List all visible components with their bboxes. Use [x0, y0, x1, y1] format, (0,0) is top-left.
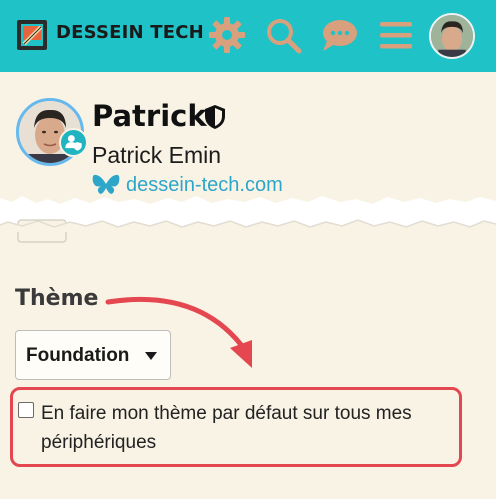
site-logo-icon[interactable]: [15, 18, 49, 52]
default-theme-checkbox-label[interactable]: En faire mon thème par défaut sur tous m…: [41, 399, 461, 457]
torn-page-divider: [0, 190, 496, 250]
user-avatar-button[interactable]: [429, 13, 475, 59]
site-brand-name[interactable]: DESSEIN TECH: [56, 22, 204, 43]
gear-icon[interactable]: [205, 13, 249, 57]
search-icon[interactable]: [261, 13, 305, 57]
annotation-arrow: [105, 296, 252, 368]
shield-icon: [203, 104, 227, 130]
theme-section-title: Thème: [15, 286, 99, 311]
user-group-badge-icon: [59, 128, 88, 157]
profile-username: Patrick: [92, 99, 207, 133]
hamburger-menu-icon[interactable]: [374, 13, 418, 57]
top-header: DESSEIN TECH: [0, 0, 496, 72]
profile-full-name: Patrick Emin: [92, 142, 222, 168]
chat-icon[interactable]: [317, 13, 361, 57]
profile-avatar[interactable]: [16, 98, 88, 168]
default-theme-checkbox[interactable]: [18, 402, 34, 418]
